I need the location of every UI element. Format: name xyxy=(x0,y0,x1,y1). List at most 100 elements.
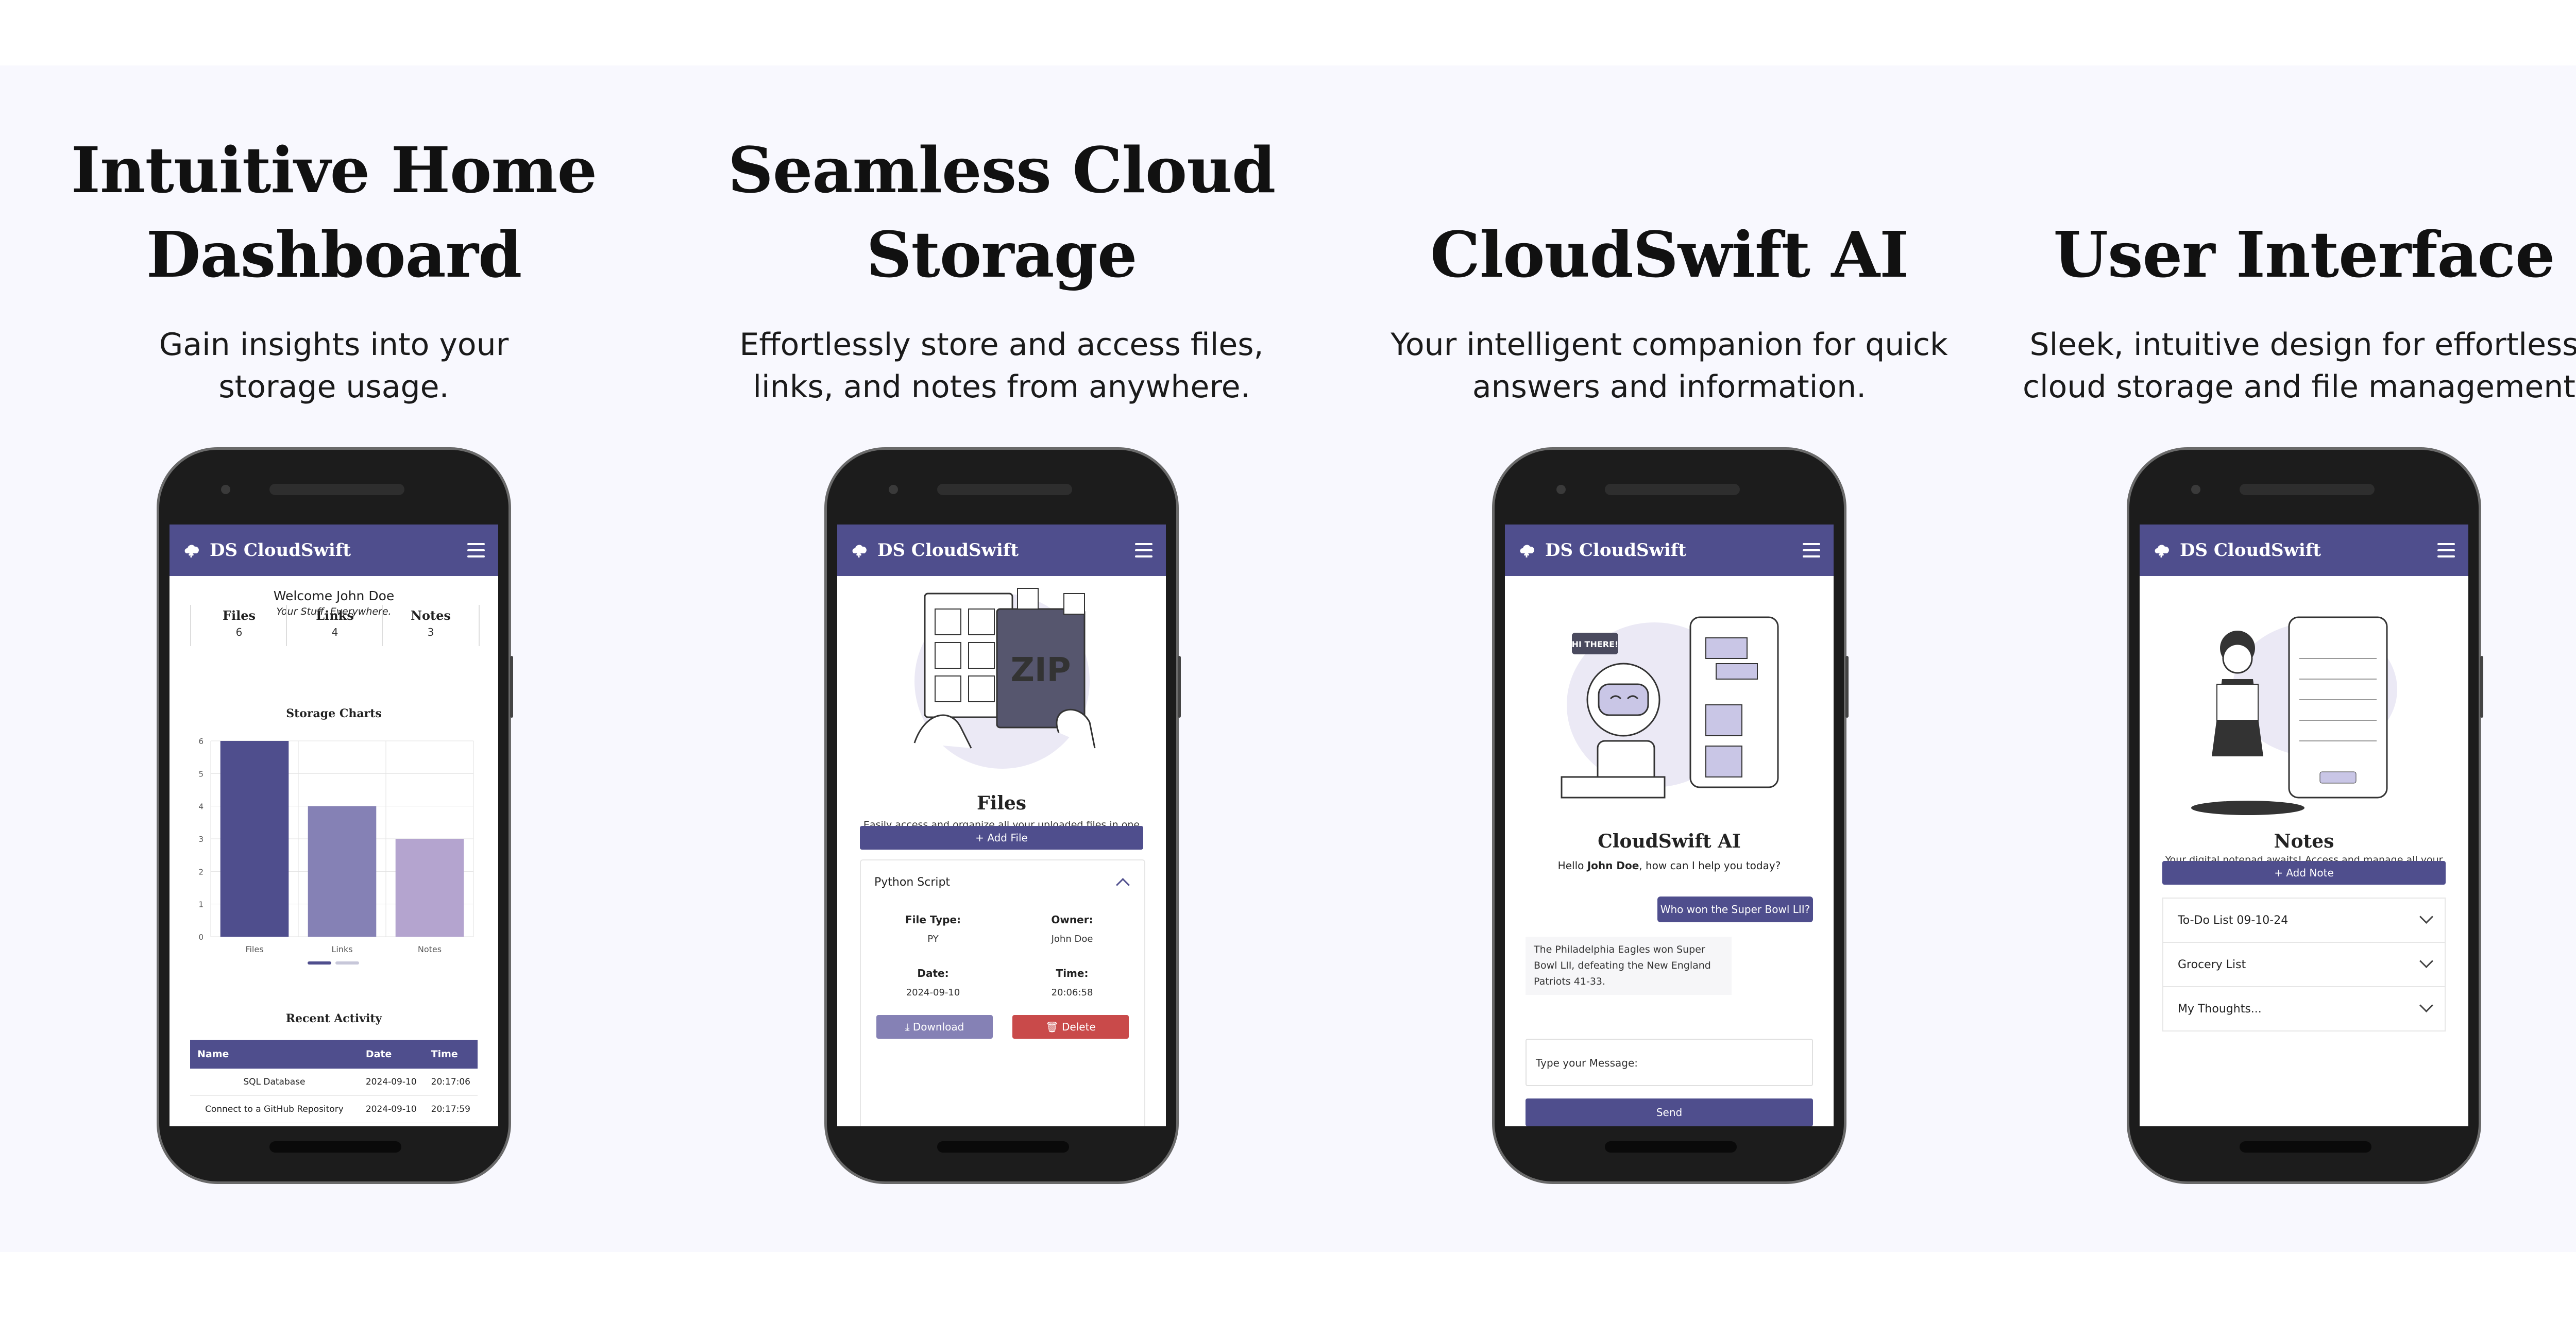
x-tick-label: Notes xyxy=(418,944,442,954)
send-button[interactable]: Send xyxy=(1526,1098,1813,1126)
welcome-text: Welcome John Doe xyxy=(170,587,498,605)
robot-illustration: HI THERE! xyxy=(1561,616,1779,799)
app-bar: DS CloudSwift xyxy=(170,525,498,576)
app-name: DS CloudSwift xyxy=(2180,540,2321,561)
phone-camera xyxy=(221,485,230,494)
feature-title: User Interface xyxy=(2053,217,2555,292)
greeting-suffix: , how can I help you today? xyxy=(1639,859,1781,872)
app-bar: DS CloudSwift xyxy=(1505,525,1834,576)
feature-subtitle: Gain insights into your storage usage. xyxy=(159,327,509,405)
section-title: Notes xyxy=(2274,831,2334,852)
app-bar: DS CloudSwift xyxy=(2140,525,2468,576)
feature-subtitle: Sleek, intuitive design for effortless c… xyxy=(2023,327,2576,405)
cell-date: 2024-09-10 xyxy=(358,1069,424,1096)
field-value: 2024-09-10 xyxy=(906,987,960,998)
cell-name: SQL Database xyxy=(190,1069,359,1096)
add-file-button[interactable]: + Add File xyxy=(860,826,1143,850)
cloud-logo-icon xyxy=(852,545,867,557)
notes-illustration xyxy=(2191,616,2397,815)
note-item[interactable]: Grocery List xyxy=(2162,942,2446,987)
field-value: 20:06:58 xyxy=(1051,987,1093,998)
y-tick-label: 1 xyxy=(198,900,204,909)
greeting-prefix: Hello xyxy=(1557,859,1587,872)
time-field: Time: 20:06:58 xyxy=(1021,966,1124,1001)
note-title: Grocery List xyxy=(2178,958,2246,971)
y-tick-label: 6 xyxy=(198,737,204,746)
stat-label: Files xyxy=(222,608,256,623)
carousel-dots[interactable] xyxy=(308,961,359,965)
col-header-date[interactable]: Date xyxy=(358,1040,424,1069)
hamburger-menu-icon[interactable] xyxy=(2437,543,2455,557)
carousel-dot[interactable] xyxy=(335,961,359,965)
phone-mockup: DS CloudSwift ZIP Files Easily access an… xyxy=(824,447,1181,1184)
phone-screen: DS CloudSwift HI THERE! CloudSwift AI He… xyxy=(1505,525,1834,1126)
delete-button[interactable]: 🗑 Delete xyxy=(1012,1015,1129,1039)
app-name: DS CloudSwift xyxy=(210,540,351,561)
chevron-down-icon xyxy=(2419,999,2433,1012)
y-tick-label: 4 xyxy=(198,802,204,811)
phone-camera xyxy=(889,485,898,494)
phone-side-button xyxy=(1178,656,1181,718)
note-item[interactable]: To-Do List 09-10-24 xyxy=(2162,898,2446,943)
message-input[interactable]: Type your Message: xyxy=(1526,1039,1813,1086)
welcome-prefix: Welcome xyxy=(273,588,337,603)
bar-files xyxy=(220,741,289,937)
phone-mockup: DS CloudSwift Welcome John Doe Your Stuf… xyxy=(157,447,513,1184)
cell-name: Connect to a GitHub Repository xyxy=(190,1095,359,1123)
download-button[interactable]: ⤓ Download xyxy=(876,1015,993,1039)
user-name: John Doe xyxy=(336,588,395,603)
download-icon: ⤓ xyxy=(905,1021,913,1033)
bar-links xyxy=(308,806,377,937)
phone-speaker xyxy=(1605,484,1740,495)
field-key: File Type: xyxy=(905,914,961,926)
section-title: Files xyxy=(976,792,1027,814)
hamburger-menu-icon[interactable] xyxy=(1803,543,1820,557)
phone-screen: DS CloudSwift ZIP Files Easily access an… xyxy=(837,525,1166,1126)
x-tick-label: Links xyxy=(331,944,352,954)
ai-message-bubble: The Philadelphia Eagles won Super Bowl L… xyxy=(1526,937,1732,995)
note-item[interactable]: My Thoughts... xyxy=(2162,986,2446,1031)
phone-speaker xyxy=(2240,484,2375,495)
stat-files: Files 6 xyxy=(190,605,287,646)
trash-icon: 🗑 xyxy=(1045,1021,1062,1033)
cloud-logo-icon xyxy=(1520,545,1534,557)
phone-screen: DS CloudSwift Welcome John Doe Your Stuf… xyxy=(170,525,498,1126)
app-name: DS CloudSwift xyxy=(877,540,1019,561)
add-note-button[interactable]: + Add Note xyxy=(2162,861,2446,885)
cloud-logo-icon xyxy=(184,545,199,557)
stats-row: Files 6 Links 4 Notes 3 xyxy=(190,605,480,646)
table-row[interactable]: Connect to a GitHub Repository 2024-09-10… xyxy=(190,1095,478,1123)
cell-time: 20:17:06 xyxy=(423,1069,478,1096)
note-title: My Thoughts... xyxy=(2178,1003,2262,1016)
y-tick-label: 5 xyxy=(198,769,204,779)
hamburger-menu-icon[interactable] xyxy=(1135,543,1153,557)
y-tick-label: 3 xyxy=(198,835,204,844)
phone-home-bar xyxy=(2240,1141,2371,1153)
feature-title: Seamless Cloud Storage xyxy=(727,133,1276,292)
chevron-down-icon xyxy=(2419,910,2433,924)
hamburger-menu-icon[interactable] xyxy=(467,543,485,557)
stat-value: 6 xyxy=(235,626,243,638)
field-value: PY xyxy=(927,934,939,944)
download-label: Download xyxy=(912,1021,964,1033)
file-name[interactable]: Python Script xyxy=(874,875,950,890)
stat-links: Links 4 xyxy=(286,605,383,646)
phone-camera xyxy=(2191,485,2200,494)
col-header-time[interactable]: Time xyxy=(423,1040,478,1069)
x-tick-label: Files xyxy=(245,944,263,954)
carousel-dot-active[interactable] xyxy=(308,961,331,965)
col-header-name[interactable]: Name xyxy=(190,1040,359,1069)
phone-side-button xyxy=(1845,656,1849,718)
zip-label: ZIP xyxy=(1010,651,1071,689)
stat-value: 3 xyxy=(427,626,434,638)
phone-mockup: DS CloudSwift HI THERE! CloudSwift AI He… xyxy=(1492,447,1849,1184)
app-name: DS CloudSwift xyxy=(1545,540,1687,561)
phone-mockup: DS CloudSwift Notes Your digital notepad… xyxy=(2127,447,2483,1184)
table-row[interactable]: SQL Database 2024-09-10 20:17:06 xyxy=(190,1069,478,1096)
section-title: CloudSwift AI xyxy=(1598,831,1741,852)
owner-field: Owner: John Doe xyxy=(1021,912,1124,947)
field-value: John Doe xyxy=(1051,934,1093,944)
cell-date: 2024-09-10 xyxy=(358,1095,424,1123)
chevron-up-icon[interactable] xyxy=(1116,878,1130,892)
feature-title: Intuitive Home Dashboard xyxy=(71,133,597,292)
